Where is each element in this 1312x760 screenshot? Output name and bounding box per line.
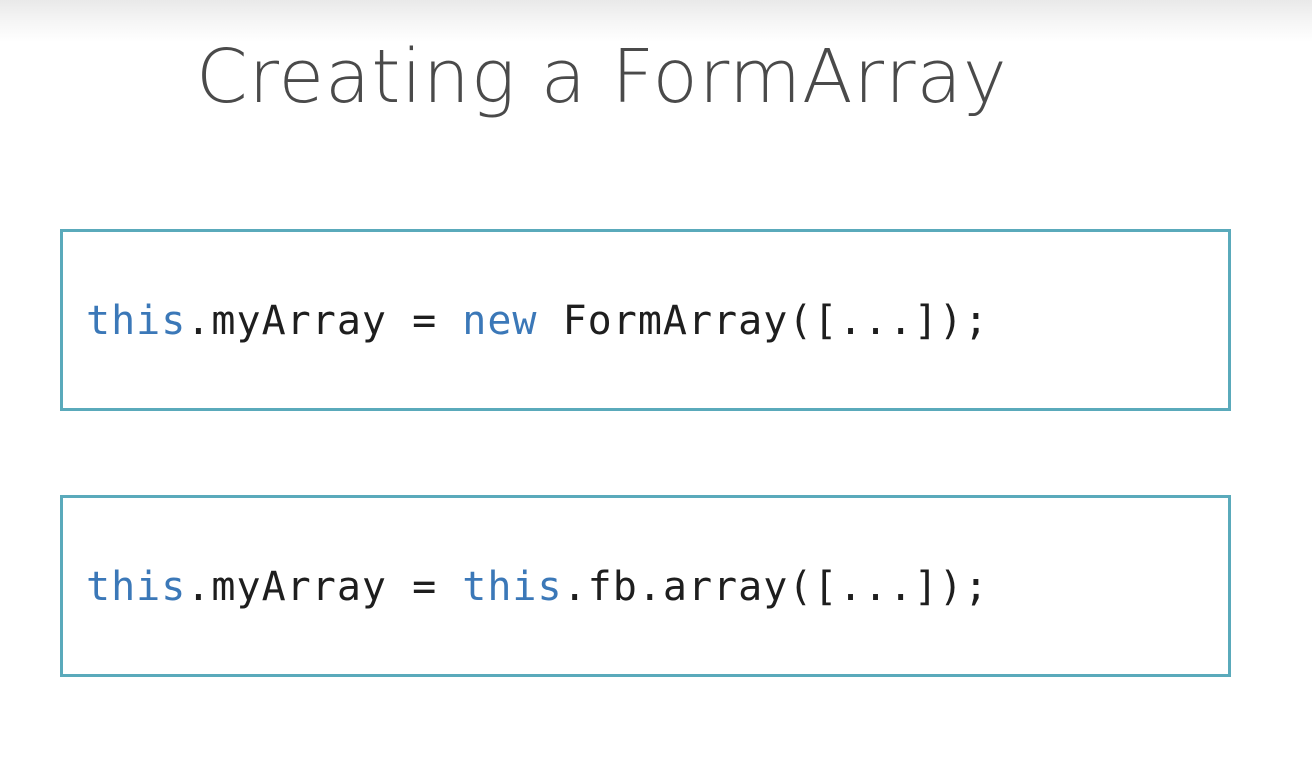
code-line: this.myArray = new FormArray([...]); [86,295,989,347]
code-box-formbuilder-array: this.myArray = this.fb.array([...]); [60,495,1231,677]
code-text: .myArray = [186,564,463,610]
code-box-formarray-constructor: this.myArray = new FormArray([...]); [60,229,1231,411]
code-keyword-this: this [86,298,187,344]
code-keyword-this: this [86,564,187,610]
code-keyword-this: this [462,564,563,610]
code-text: .fb.array([...]); [562,564,989,610]
code-text: .myArray = [186,298,463,344]
code-keyword-new: new [462,298,538,344]
slide: Creating a FormArray this.myArray = new … [0,0,1312,760]
code-line: this.myArray = this.fb.array([...]); [86,561,989,613]
code-text: FormArray([...]); [537,298,989,344]
slide-title: Creating a FormArray [196,34,1008,120]
